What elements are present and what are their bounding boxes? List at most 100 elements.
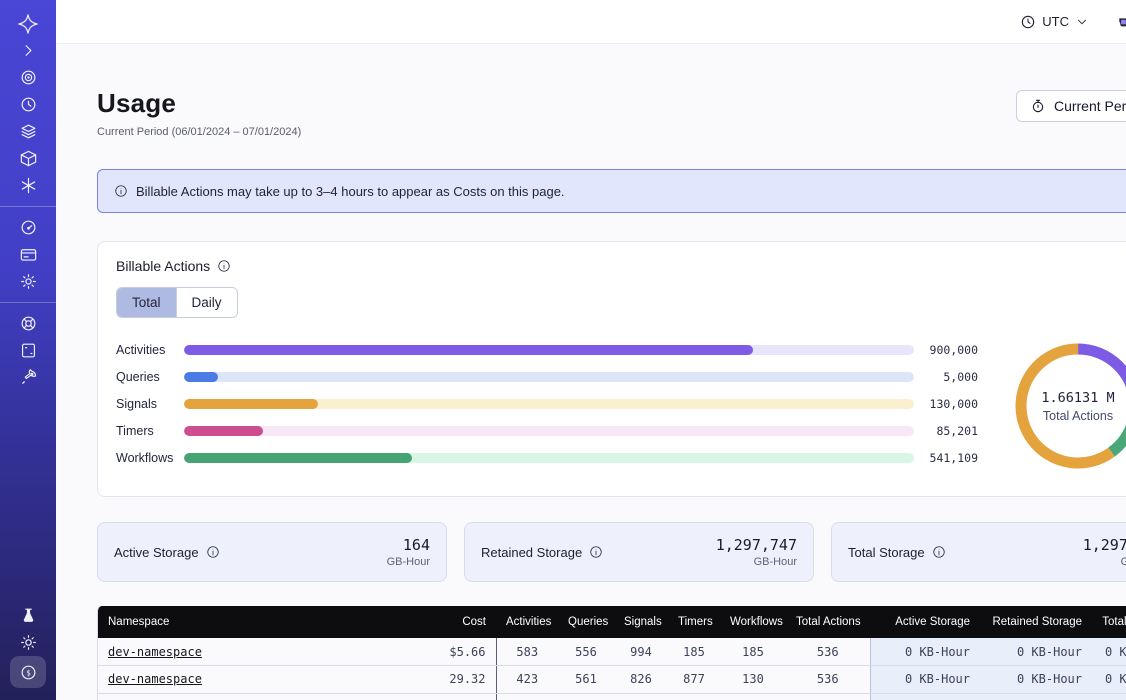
cell-activities: 583 [496, 638, 558, 666]
bar-track [184, 426, 914, 436]
getting-started-rocket-icon[interactable] [11, 364, 45, 391]
col-queries: Queries [558, 606, 614, 638]
info-icon [114, 184, 128, 198]
info-icon[interactable] [932, 545, 946, 559]
3d-glasses-icon[interactable] [1115, 9, 1126, 35]
cell-queries: 556 [558, 638, 614, 666]
bar-value: 5,000 [914, 370, 978, 384]
cell-active-storage: 0 KB-Hour [870, 693, 980, 700]
expand-sidebar-icon[interactable] [11, 37, 45, 64]
cell-workflows: 600 [720, 693, 786, 700]
usage-icon[interactable] [11, 214, 45, 241]
storage-card-label-text: Retained Storage [481, 545, 582, 560]
cell-total-storage: 0 KB-Hour [1092, 638, 1126, 666]
bar-value: 130,000 [914, 397, 978, 411]
info-icon[interactable] [589, 545, 603, 559]
cell-activities: 492 [496, 693, 558, 700]
bar-fill [184, 345, 753, 355]
billable-bar-chart: Activities 900,000 Queries 5,000 Signals… [116, 336, 994, 476]
cell-total-storage: 0 KB-Hour [1092, 666, 1126, 694]
cell-total-storage: 0 KB-Hour [1092, 693, 1126, 700]
namespace-link[interactable]: dev-namespace [108, 672, 202, 686]
stopwatch-icon [1030, 98, 1046, 114]
billable-chart-area: Activities 900,000 Queries 5,000 Signals… [116, 336, 1126, 476]
theme-sun-icon[interactable] [11, 629, 45, 656]
billable-actions-card: Billable Actions Total Daily Activities … [97, 241, 1126, 497]
temporal-logo-icon[interactable] [11, 10, 45, 37]
billable-view-tabs: Total Daily [116, 287, 238, 318]
cell-retained-storage: 0 KB-Hour [980, 666, 1092, 694]
main-column: UTC Usage Current Period (06/01/2024 – 0… [56, 0, 1126, 700]
cell-workflows: 185 [720, 638, 786, 666]
billing-icon[interactable] [11, 241, 45, 268]
bar-row-signals: Signals 130,000 [116, 390, 978, 417]
info-icon[interactable] [217, 259, 231, 273]
col-cost: Cost [396, 606, 496, 638]
clock-icon [1020, 14, 1036, 30]
support-lifebuoy-icon[interactable] [11, 310, 45, 337]
bar-label: Timers [116, 424, 184, 438]
cell-workflows: 130 [720, 666, 786, 694]
table-row: dev-namespace $3.35 492 536 883 816 600 … [98, 693, 1126, 700]
schedules-icon[interactable] [11, 91, 45, 118]
tab-daily[interactable]: Daily [176, 288, 237, 317]
info-banner: Billable Actions may take up to 3–4 hour… [97, 169, 1126, 213]
info-banner-text: Billable Actions may take up to 3–4 hour… [136, 184, 565, 199]
cell-timers: 816 [668, 693, 720, 700]
storage-card-label-text: Total Storage [848, 545, 925, 560]
col-namespace: Namespace [98, 606, 396, 638]
bar-label: Activities [116, 343, 184, 357]
cell-queries: 536 [558, 693, 614, 700]
cell-activities: 423 [496, 666, 558, 694]
cell-active-storage: 0 KB-Hour [870, 666, 980, 694]
storage-card-value: 1,297,910 [1083, 536, 1126, 554]
col-timers: Timers [668, 606, 720, 638]
storage-card-label: Retained Storage [481, 545, 603, 560]
cell-signals: 883 [614, 693, 668, 700]
labs-flask-icon[interactable] [11, 602, 45, 629]
bar-label: Workflows [116, 451, 184, 465]
timezone-selector[interactable]: UTC [1012, 9, 1097, 35]
storage-card-unit: GB-Hour [387, 556, 430, 568]
docs-icon[interactable] [11, 337, 45, 364]
storage-card-label: Active Storage [114, 545, 220, 560]
total-actions-label: Total Actions [1043, 409, 1113, 423]
billable-actions-title: Billable Actions [116, 258, 210, 274]
col-retained-storage: Retained Storage [980, 606, 1092, 638]
storage-card-label-text: Active Storage [114, 545, 199, 560]
namespace-link[interactable]: dev-namespace [108, 645, 202, 659]
cell-signals: 826 [614, 666, 668, 694]
tab-total[interactable]: Total [117, 288, 176, 317]
sidebar-divider [0, 302, 56, 303]
nexus-icon[interactable] [11, 172, 45, 199]
table-row: dev-namespace $5.66 583 556 994 185 185 … [98, 638, 1126, 666]
cell-retained-storage: 0 KB-Hour [980, 693, 1092, 700]
table-header: Namespace Cost Activities Queries Signal… [98, 606, 1126, 638]
task-queues-icon[interactable] [11, 118, 45, 145]
cell-timers: 185 [668, 638, 720, 666]
storage-summary-row: Active Storage 164 GB-Hour Retained Stor… [97, 522, 1126, 582]
bar-fill [184, 453, 412, 463]
bar-value: 85,201 [914, 424, 978, 438]
bar-value: 541,109 [914, 451, 978, 465]
namespace-usage-table: Namespace Cost Activities Queries Signal… [97, 606, 1126, 700]
bar-value: 900,000 [914, 343, 978, 357]
storage-card-value-block: 164 GB-Hour [387, 536, 430, 568]
bar-fill [184, 399, 318, 409]
page-subtitle: Current Period (06/01/2024 – 07/01/2024) [97, 126, 301, 138]
cell-total-actions: 536 [786, 638, 870, 666]
credits-coin-icon[interactable]: $ [10, 656, 46, 688]
bar-track [184, 399, 914, 409]
bar-label: Queries [116, 370, 184, 384]
info-icon[interactable] [206, 545, 220, 559]
deployments-icon[interactable] [11, 145, 45, 172]
storage-card-value: 164 [387, 536, 430, 554]
settings-gear-icon[interactable] [11, 268, 45, 295]
namespaces-icon[interactable] [11, 64, 45, 91]
bar-label: Signals [116, 397, 184, 411]
period-selector-button[interactable]: Current Period [1016, 90, 1126, 122]
usage-page: Usage Current Period (06/01/2024 – 07/01… [56, 44, 1126, 700]
total-actions-value: 1.66131 M [1041, 390, 1114, 406]
bar-row-activities: Activities 900,000 [116, 336, 978, 363]
bar-fill [184, 372, 218, 382]
